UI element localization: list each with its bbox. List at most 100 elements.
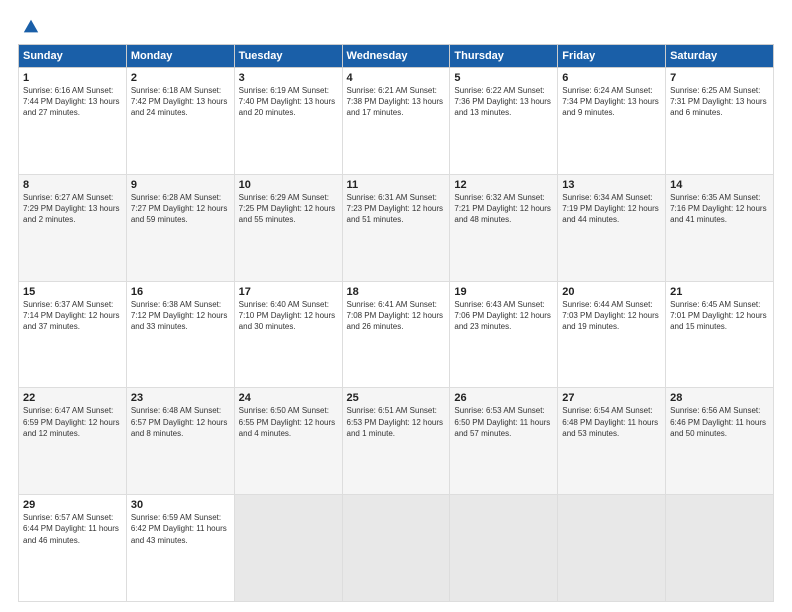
day-info: Sunrise: 6:27 AM Sunset: 7:29 PM Dayligh… [23, 192, 122, 226]
day-number: 2 [131, 72, 230, 84]
table-row [558, 495, 666, 602]
day-info: Sunrise: 6:41 AM Sunset: 7:08 PM Dayligh… [347, 299, 446, 333]
table-row: 3Sunrise: 6:19 AM Sunset: 7:40 PM Daylig… [234, 68, 342, 175]
day-number: 15 [23, 286, 122, 298]
day-info: Sunrise: 6:18 AM Sunset: 7:42 PM Dayligh… [131, 85, 230, 119]
table-row [234, 495, 342, 602]
calendar: SundayMondayTuesdayWednesdayThursdayFrid… [18, 44, 774, 602]
day-number: 23 [131, 392, 230, 404]
table-row: 24Sunrise: 6:50 AM Sunset: 6:55 PM Dayli… [234, 388, 342, 495]
day-number: 4 [347, 72, 446, 84]
logo-icon [22, 18, 40, 36]
dow-header: Friday [558, 45, 666, 68]
day-number: 28 [670, 392, 769, 404]
day-info: Sunrise: 6:22 AM Sunset: 7:36 PM Dayligh… [454, 85, 553, 119]
day-info: Sunrise: 6:29 AM Sunset: 7:25 PM Dayligh… [239, 192, 338, 226]
day-number: 8 [23, 179, 122, 191]
table-row: 12Sunrise: 6:32 AM Sunset: 7:21 PM Dayli… [450, 174, 558, 281]
table-row: 21Sunrise: 6:45 AM Sunset: 7:01 PM Dayli… [666, 281, 774, 388]
table-row [666, 495, 774, 602]
table-row: 20Sunrise: 6:44 AM Sunset: 7:03 PM Dayli… [558, 281, 666, 388]
day-number: 25 [347, 392, 446, 404]
table-row: 30Sunrise: 6:59 AM Sunset: 6:42 PM Dayli… [126, 495, 234, 602]
table-row: 18Sunrise: 6:41 AM Sunset: 7:08 PM Dayli… [342, 281, 450, 388]
day-info: Sunrise: 6:50 AM Sunset: 6:55 PM Dayligh… [239, 405, 338, 439]
day-number: 11 [347, 179, 446, 191]
dow-header: Wednesday [342, 45, 450, 68]
day-info: Sunrise: 6:59 AM Sunset: 6:42 PM Dayligh… [131, 512, 230, 546]
table-row: 27Sunrise: 6:54 AM Sunset: 6:48 PM Dayli… [558, 388, 666, 495]
table-row: 16Sunrise: 6:38 AM Sunset: 7:12 PM Dayli… [126, 281, 234, 388]
table-row: 25Sunrise: 6:51 AM Sunset: 6:53 PM Dayli… [342, 388, 450, 495]
day-number: 12 [454, 179, 553, 191]
day-number: 5 [454, 72, 553, 84]
dow-header: Monday [126, 45, 234, 68]
day-number: 9 [131, 179, 230, 191]
day-info: Sunrise: 6:53 AM Sunset: 6:50 PM Dayligh… [454, 405, 553, 439]
table-row: 22Sunrise: 6:47 AM Sunset: 6:59 PM Dayli… [19, 388, 127, 495]
day-info: Sunrise: 6:56 AM Sunset: 6:46 PM Dayligh… [670, 405, 769, 439]
day-info: Sunrise: 6:43 AM Sunset: 7:06 PM Dayligh… [454, 299, 553, 333]
day-number: 13 [562, 179, 661, 191]
day-info: Sunrise: 6:51 AM Sunset: 6:53 PM Dayligh… [347, 405, 446, 439]
table-row: 4Sunrise: 6:21 AM Sunset: 7:38 PM Daylig… [342, 68, 450, 175]
table-row: 13Sunrise: 6:34 AM Sunset: 7:19 PM Dayli… [558, 174, 666, 281]
day-info: Sunrise: 6:38 AM Sunset: 7:12 PM Dayligh… [131, 299, 230, 333]
day-number: 24 [239, 392, 338, 404]
day-info: Sunrise: 6:37 AM Sunset: 7:14 PM Dayligh… [23, 299, 122, 333]
table-row: 5Sunrise: 6:22 AM Sunset: 7:36 PM Daylig… [450, 68, 558, 175]
day-info: Sunrise: 6:19 AM Sunset: 7:40 PM Dayligh… [239, 85, 338, 119]
table-row: 29Sunrise: 6:57 AM Sunset: 6:44 PM Dayli… [19, 495, 127, 602]
dow-header: Sunday [19, 45, 127, 68]
day-info: Sunrise: 6:24 AM Sunset: 7:34 PM Dayligh… [562, 85, 661, 119]
day-info: Sunrise: 6:47 AM Sunset: 6:59 PM Dayligh… [23, 405, 122, 439]
logo [18, 18, 40, 34]
table-row: 6Sunrise: 6:24 AM Sunset: 7:34 PM Daylig… [558, 68, 666, 175]
table-row: 9Sunrise: 6:28 AM Sunset: 7:27 PM Daylig… [126, 174, 234, 281]
dow-header: Thursday [450, 45, 558, 68]
table-row: 17Sunrise: 6:40 AM Sunset: 7:10 PM Dayli… [234, 281, 342, 388]
table-row: 19Sunrise: 6:43 AM Sunset: 7:06 PM Dayli… [450, 281, 558, 388]
day-number: 7 [670, 72, 769, 84]
day-number: 10 [239, 179, 338, 191]
day-number: 3 [239, 72, 338, 84]
day-info: Sunrise: 6:21 AM Sunset: 7:38 PM Dayligh… [347, 85, 446, 119]
day-number: 18 [347, 286, 446, 298]
table-row: 10Sunrise: 6:29 AM Sunset: 7:25 PM Dayli… [234, 174, 342, 281]
day-number: 6 [562, 72, 661, 84]
day-number: 19 [454, 286, 553, 298]
day-info: Sunrise: 6:31 AM Sunset: 7:23 PM Dayligh… [347, 192, 446, 226]
day-number: 29 [23, 499, 122, 511]
day-info: Sunrise: 6:45 AM Sunset: 7:01 PM Dayligh… [670, 299, 769, 333]
day-info: Sunrise: 6:25 AM Sunset: 7:31 PM Dayligh… [670, 85, 769, 119]
day-info: Sunrise: 6:57 AM Sunset: 6:44 PM Dayligh… [23, 512, 122, 546]
header [18, 18, 774, 34]
table-row: 8Sunrise: 6:27 AM Sunset: 7:29 PM Daylig… [19, 174, 127, 281]
dow-header: Tuesday [234, 45, 342, 68]
table-row: 11Sunrise: 6:31 AM Sunset: 7:23 PM Dayli… [342, 174, 450, 281]
day-info: Sunrise: 6:35 AM Sunset: 7:16 PM Dayligh… [670, 192, 769, 226]
day-number: 14 [670, 179, 769, 191]
day-number: 22 [23, 392, 122, 404]
table-row: 2Sunrise: 6:18 AM Sunset: 7:42 PM Daylig… [126, 68, 234, 175]
table-row: 14Sunrise: 6:35 AM Sunset: 7:16 PM Dayli… [666, 174, 774, 281]
table-row: 15Sunrise: 6:37 AM Sunset: 7:14 PM Dayli… [19, 281, 127, 388]
day-number: 1 [23, 72, 122, 84]
day-info: Sunrise: 6:32 AM Sunset: 7:21 PM Dayligh… [454, 192, 553, 226]
day-number: 30 [131, 499, 230, 511]
day-number: 27 [562, 392, 661, 404]
day-info: Sunrise: 6:48 AM Sunset: 6:57 PM Dayligh… [131, 405, 230, 439]
day-info: Sunrise: 6:34 AM Sunset: 7:19 PM Dayligh… [562, 192, 661, 226]
day-info: Sunrise: 6:40 AM Sunset: 7:10 PM Dayligh… [239, 299, 338, 333]
table-row [342, 495, 450, 602]
day-number: 26 [454, 392, 553, 404]
day-info: Sunrise: 6:16 AM Sunset: 7:44 PM Dayligh… [23, 85, 122, 119]
day-number: 21 [670, 286, 769, 298]
table-row: 23Sunrise: 6:48 AM Sunset: 6:57 PM Dayli… [126, 388, 234, 495]
day-info: Sunrise: 6:44 AM Sunset: 7:03 PM Dayligh… [562, 299, 661, 333]
day-number: 17 [239, 286, 338, 298]
table-row: 26Sunrise: 6:53 AM Sunset: 6:50 PM Dayli… [450, 388, 558, 495]
day-number: 20 [562, 286, 661, 298]
day-info: Sunrise: 6:28 AM Sunset: 7:27 PM Dayligh… [131, 192, 230, 226]
table-row: 7Sunrise: 6:25 AM Sunset: 7:31 PM Daylig… [666, 68, 774, 175]
